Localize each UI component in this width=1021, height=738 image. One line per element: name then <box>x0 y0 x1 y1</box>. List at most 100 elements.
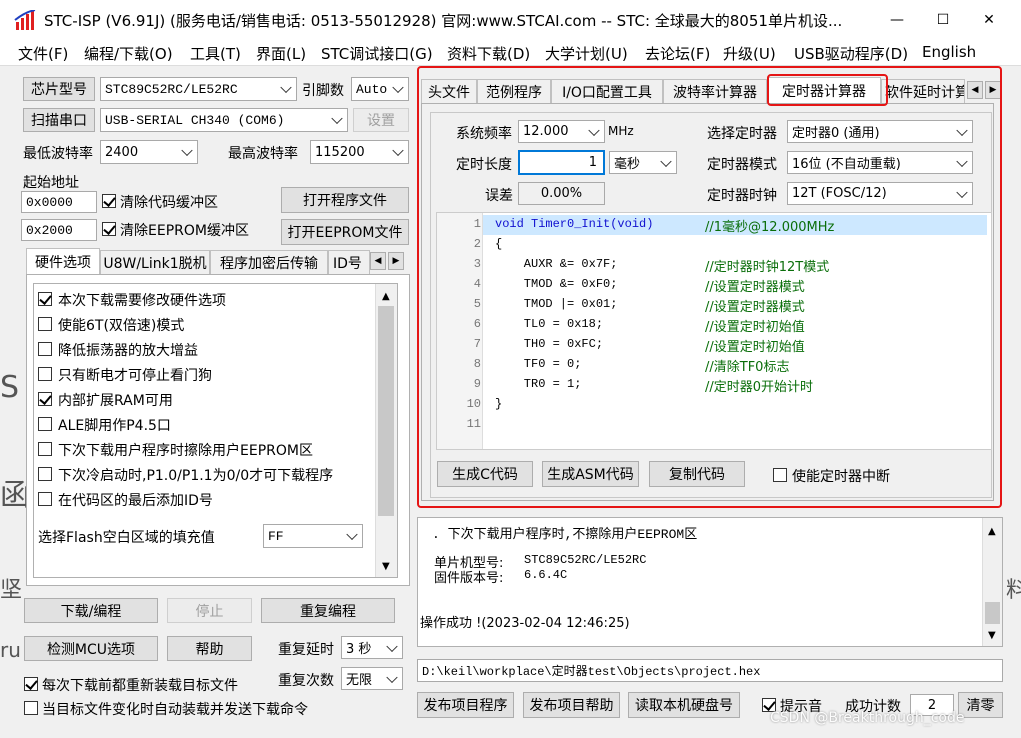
menu-program[interactable]: 编程/下载(O) <box>84 43 173 64</box>
tab-scroll-right-button[interactable]: ▶ <box>388 252 404 270</box>
copy-code-button[interactable]: 复制代码 <box>649 461 745 487</box>
code-comment: //设置定时初始值 <box>705 340 805 355</box>
tab-u8w-offline[interactable]: U8W/Link1脱机 <box>100 250 210 274</box>
chevron-down-icon <box>280 81 292 94</box>
tab-scroll-left-button[interactable]: ◀ <box>967 81 983 99</box>
generate-asm-button[interactable]: 生成ASM代码 <box>542 461 639 487</box>
tab-scroll-right-button[interactable]: ▶ <box>985 81 1001 99</box>
stop-button[interactable]: 停止 <box>167 598 252 623</box>
repeat-delay-select[interactable]: 3 秒 <box>341 636 403 659</box>
repeat-count-select[interactable]: 无限 <box>341 667 403 690</box>
auto-load-checkbox[interactable] <box>24 701 38 715</box>
hardware-option-checkbox[interactable] <box>38 392 52 406</box>
publish-help-button[interactable]: 发布项目帮助 <box>523 692 620 718</box>
hardware-option-checkbox[interactable] <box>38 292 52 306</box>
repeat-count-value: 无限 <box>346 673 373 688</box>
timer-unit-select[interactable]: 毫秒 <box>609 151 677 174</box>
menu-english[interactable]: English <box>922 43 976 61</box>
error-value: 0.00% <box>518 182 605 205</box>
close-button[interactable]: ✕ <box>966 4 1012 36</box>
menu-file[interactable]: 文件(F) <box>18 43 68 64</box>
chevron-down-icon <box>956 155 968 167</box>
check-mcu-button[interactable]: 检测MCU选项 <box>24 636 158 661</box>
menu-tools[interactable]: 工具(T) <box>190 43 241 64</box>
tab-hardware-options[interactable]: 硬件选项 <box>26 248 100 274</box>
chip-model-button[interactable]: 芯片型号 <box>23 77 95 101</box>
address-field-2[interactable]: 0x2000 <box>21 219 97 241</box>
open-program-button[interactable]: 打开程序文件 <box>281 187 409 213</box>
scroll-thumb[interactable] <box>378 306 394 516</box>
publish-program-button[interactable]: 发布项目程序 <box>417 692 514 718</box>
menu-upgrade[interactable]: 升级(U) <box>723 43 776 64</box>
clear-code-label: 清除代码缓冲区 <box>120 195 218 211</box>
hardware-option-checkbox[interactable] <box>38 467 52 481</box>
generate-c-button[interactable]: 生成C代码 <box>437 461 533 487</box>
timer-mode-select[interactable]: 16位 (不自动重载) <box>787 151 973 174</box>
scroll-thumb[interactable] <box>985 602 1000 624</box>
timer-mode-value: 16位 (不自动重载) <box>792 157 901 172</box>
min-baud-select[interactable]: 2400 <box>100 140 198 164</box>
minimize-icon: — <box>890 12 904 28</box>
tab-baud-calculator[interactable]: 波特率计算器 <box>663 79 767 103</box>
tab-timer-calculator[interactable]: 定时器计算器 <box>767 77 881 103</box>
code-comment: //设置定时器模式 <box>705 280 805 295</box>
max-baud-value: 115200 <box>315 144 365 160</box>
hardware-option-checkbox[interactable] <box>38 492 52 506</box>
system-frequency-label: 系统频率 <box>456 126 512 142</box>
tab-header-files[interactable]: 头文件 <box>421 79 477 103</box>
fill-value-select[interactable]: FF <box>263 524 363 548</box>
options-scrollbar[interactable]: ▲ ▼ <box>375 284 397 577</box>
right-tab-strip: 头文件 范例程序 I/O口配置工具 波特率计算器 定时器计算器 软件延时计算器 … <box>421 77 1001 103</box>
clear-code-checkbox[interactable] <box>102 194 116 208</box>
hardware-option-checkbox[interactable] <box>38 342 52 356</box>
tab-io-config[interactable]: I/O口配置工具 <box>551 79 663 103</box>
line-number: 9 <box>473 377 481 391</box>
timer-clock-select[interactable]: 12T (FOSC/12) <box>787 182 973 205</box>
hardware-option-checkbox[interactable] <box>38 442 52 456</box>
maximize-button[interactable]: ☐ <box>920 4 966 36</box>
download-program-button[interactable]: 下载/编程 <box>24 598 158 623</box>
pins-select[interactable]: Auto <box>351 77 409 101</box>
log-line: . 下次下载用户程序时,不擦除用户EEPROM区 <box>432 527 698 542</box>
repeat-program-button[interactable]: 重复编程 <box>261 598 395 623</box>
tab-example-programs[interactable]: 范例程序 <box>477 79 551 103</box>
clear-eeprom-checkbox[interactable] <box>102 222 116 236</box>
tab-delay-calculator[interactable]: 软件延时计算器 <box>881 79 965 103</box>
system-frequency-select[interactable]: 12.000 <box>518 120 605 143</box>
read-disk-id-button[interactable]: 读取本机硬盘号 <box>628 692 740 718</box>
tab-scroll-left-button[interactable]: ◀ <box>370 252 386 270</box>
help-button[interactable]: 帮助 <box>167 636 252 661</box>
code-view[interactable]: 1 void Timer0_Init(void) //1毫秒@12.000MHz 2 {… <box>436 212 992 450</box>
minimize-button[interactable]: — <box>874 4 920 36</box>
scan-port-button[interactable]: 扫描串口 <box>23 108 95 132</box>
menu-usb-driver[interactable]: USB驱动程序(D) <box>794 43 908 64</box>
file-path-field[interactable]: D:\keil\workplace\定时器test\Objects\projec… <box>417 659 1003 682</box>
timer-length-input[interactable]: 1 <box>518 150 605 175</box>
log-scrollbar[interactable]: ▲ ▼ <box>982 518 1002 646</box>
hardware-option-checkbox[interactable] <box>38 417 52 431</box>
menu-forum[interactable]: 去论坛(F) <box>645 43 710 64</box>
settings-button[interactable]: 设置 <box>353 108 409 132</box>
chevron-up-icon: ▲ <box>382 291 390 302</box>
code-text: TMOD &= 0xF0; <box>495 277 618 291</box>
chip-model-select[interactable]: STC89C52RC/LE52RC <box>100 77 297 101</box>
max-baud-select[interactable]: 115200 <box>310 140 409 164</box>
menu-university[interactable]: 大学计划(U) <box>545 43 628 64</box>
select-timer-select[interactable]: 定时器0 (通用) <box>787 120 973 143</box>
hardware-option-label: 下次冷启动时,P1.0/P1.1为0/0才可下载程序 <box>58 468 334 484</box>
tab-id[interactable]: ID号 <box>328 250 370 274</box>
hardware-option-checkbox[interactable] <box>38 317 52 331</box>
port-select[interactable]: USB-SERIAL CH340 (COM6) <box>100 108 348 132</box>
enable-interrupt-checkbox[interactable] <box>773 468 787 482</box>
menu-docs[interactable]: 资料下载(D) <box>447 43 530 64</box>
menu-interface[interactable]: 界面(L) <box>256 43 306 64</box>
triangle-right-icon: ▶ <box>989 85 997 95</box>
menu-debug[interactable]: STC调试接口(G) <box>321 43 433 64</box>
hardware-option-checkbox[interactable] <box>38 367 52 381</box>
reload-before-download-checkbox[interactable] <box>24 677 38 691</box>
address-field-1[interactable]: 0x0000 <box>21 191 97 213</box>
timer-length-label: 定时长度 <box>456 157 512 173</box>
open-eeprom-button[interactable]: 打开EEPROM文件 <box>281 219 409 245</box>
tab-encrypted-transfer[interactable]: 程序加密后传输 <box>210 250 328 274</box>
pins-value: Auto <box>356 81 388 97</box>
